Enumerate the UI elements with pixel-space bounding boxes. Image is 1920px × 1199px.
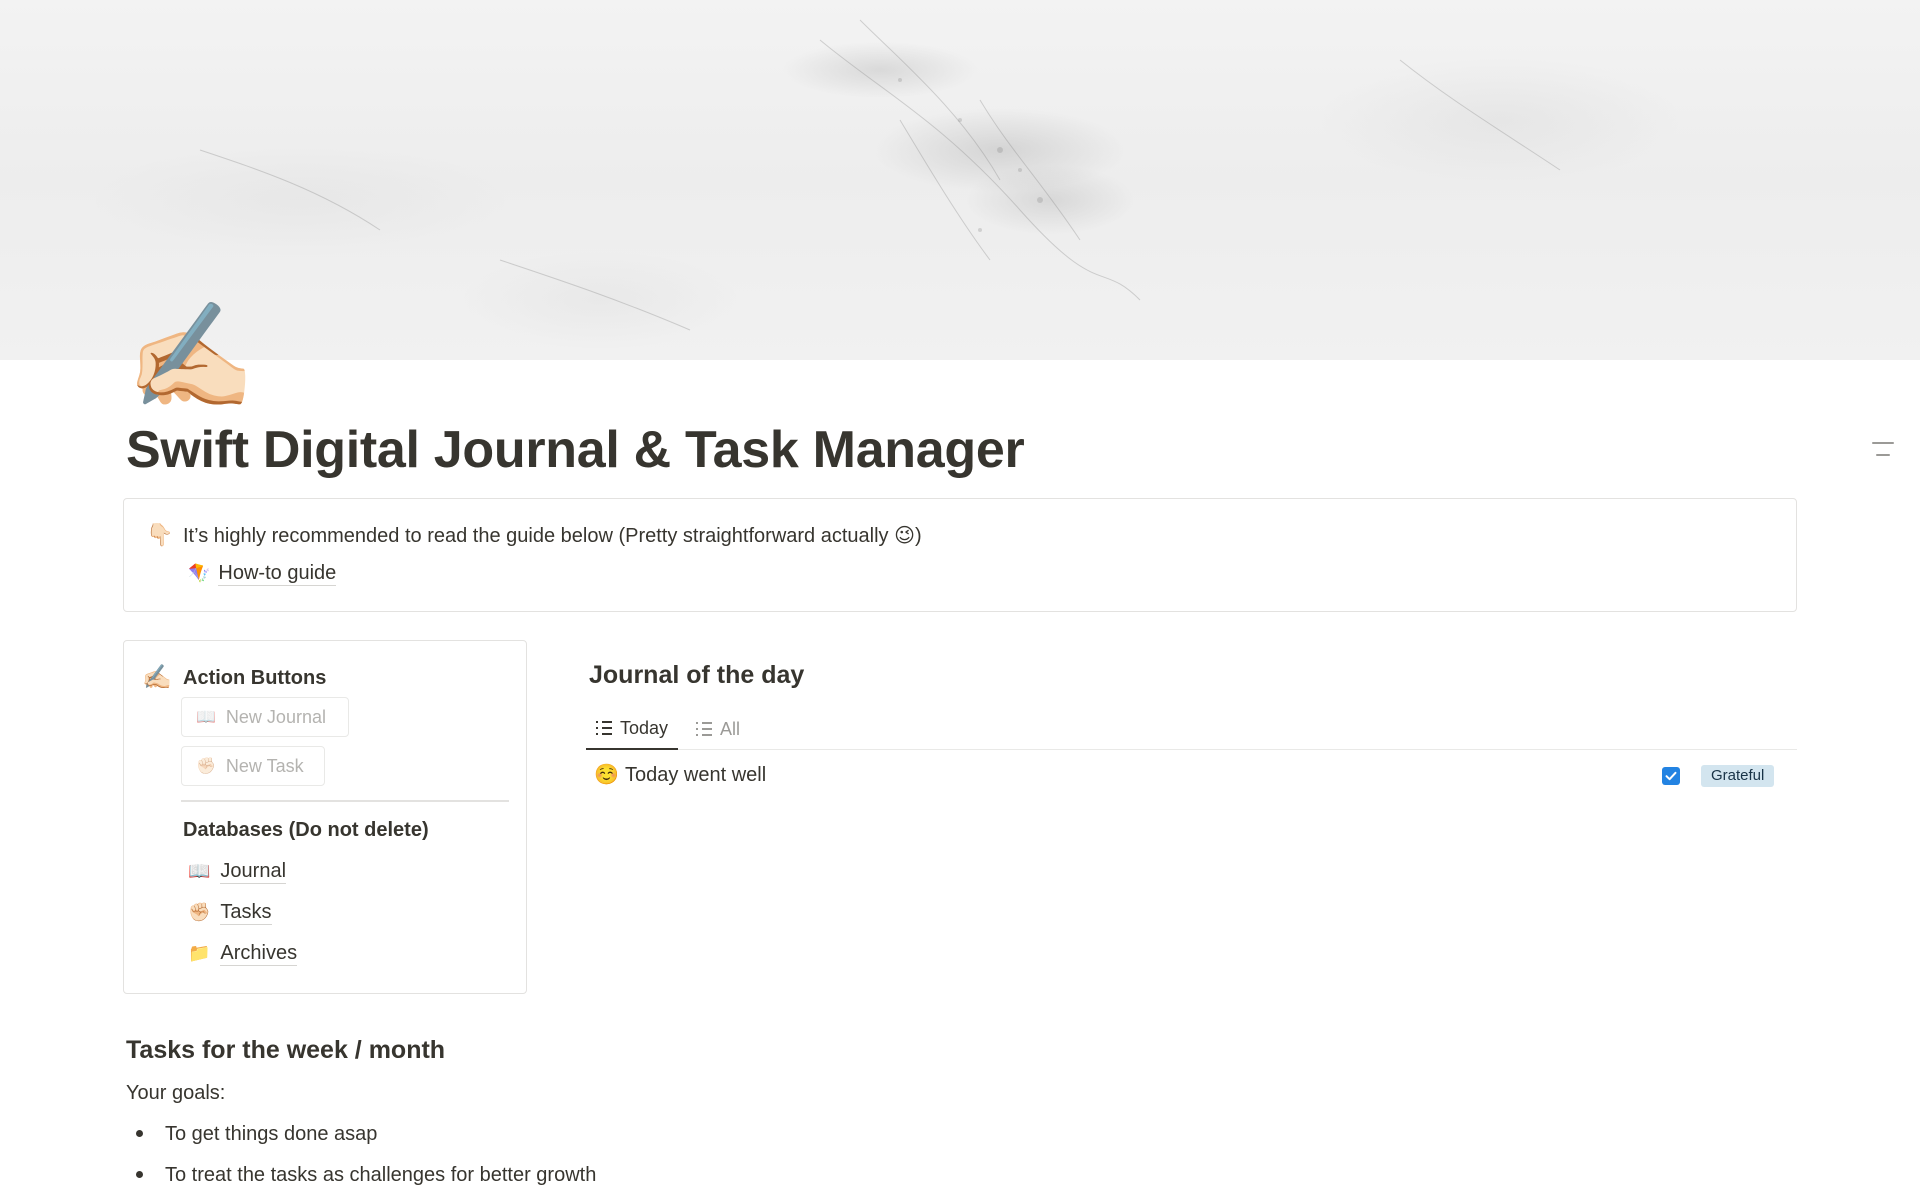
new-task-label: New Task [225,755,304,776]
new-journal-label: New Journal [225,706,326,727]
tab-today-label: Today [620,717,669,738]
mood-tag: Grateful [1701,765,1775,787]
list-item: To treat the tasks as challenges for bet… [126,1164,596,1187]
journal-database-link[interactable]: 📖 Journal [188,857,287,885]
how-to-guide-label: How-to guide [218,562,337,586]
tasks-database-link[interactable]: ✊🏻 Tasks [188,898,272,926]
list-item[interactable]: ☺️ Today went well Grateful [586,758,1797,794]
done-checkbox[interactable] [1662,767,1680,785]
action-buttons-card: ✍🏻 Action Buttons 📖 New Journal ✊🏻 New T… [123,640,527,994]
open-book-icon: 📖 [196,709,216,726]
new-task-button[interactable]: ✊🏻 New Task [181,746,325,786]
tasks-database-label: Tasks [220,901,272,925]
goals-label: Your goals: [126,1082,226,1104]
tab-today[interactable]: Today [586,708,679,750]
archives-database-link[interactable]: 📁 Archives [188,939,298,967]
guide-callout: 👇🏻 It’s highly recommended to read the g… [123,498,1797,612]
raised-fist-icon: ✊🏻 [196,758,216,775]
page-title[interactable]: Swift Digital Journal & Task Manager [126,420,1025,480]
page-cover [0,0,1920,360]
open-book-icon: 📖 [188,861,211,881]
list-item: To get things done asap [126,1123,377,1146]
databases-heading: Databases (Do not delete) [183,819,429,841]
checkmark-icon [1665,771,1677,781]
journal-view-title[interactable]: Journal of the day [589,661,804,690]
tab-all-label: All [720,718,741,739]
archives-database-label: Archives [220,942,298,966]
callout-text: It’s highly recommended to read the guid… [183,525,922,547]
table-of-contents-icon[interactable] [1872,442,1894,466]
marble-texture [199,19,1561,331]
pointing-down-icon: 👇🏻 [146,522,174,547]
list-icon [596,721,612,735]
journal-view-tabs: Today All [586,708,1797,750]
tasks-section-heading: Tasks for the week / month [126,1036,446,1064]
journal-database-label: Journal [220,860,287,884]
writing-hand-icon: ✍🏻 [142,664,172,691]
journal-entry-title: Today went well [625,764,767,786]
page-icon-writing-hand[interactable]: ✍🏻 [126,300,256,415]
divider [181,800,509,802]
action-buttons-heading: Action Buttons [183,667,327,689]
raised-fist-icon: ✊🏻 [188,902,211,922]
list-icon [696,722,712,736]
tab-all[interactable]: All [686,708,750,750]
new-journal-button[interactable]: 📖 New Journal [181,697,349,737]
folder-icon: 📁 [188,943,211,963]
how-to-guide-link[interactable]: 🪁 How-to guide [188,559,337,587]
smiling-face-icon: ☺️ [594,764,619,786]
kite-icon: 🪁 [188,563,211,583]
